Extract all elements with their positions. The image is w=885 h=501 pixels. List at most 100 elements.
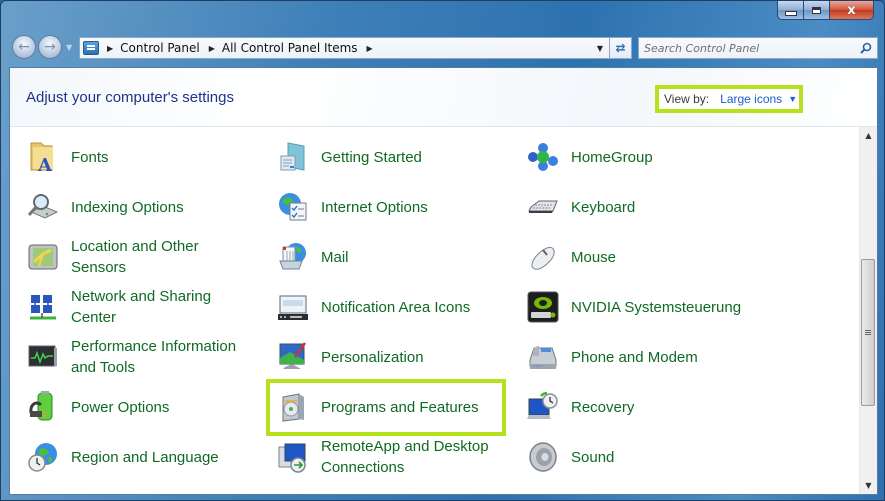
refresh-icon: ⇄ [615, 41, 626, 55]
item-label: Network and Sharing Center [71, 288, 212, 326]
item-keyboard[interactable]: Keyboard [526, 185, 766, 229]
item-label: Mail [321, 248, 349, 266]
item-label: Notification Area Icons [321, 298, 471, 316]
scroll-down-button[interactable]: ▼ [860, 477, 877, 494]
item-label: Phone and Modem [571, 348, 698, 366]
item-label: Internet Options [321, 198, 428, 216]
item-label: Getting Started [321, 148, 422, 166]
vertical-scrollbar[interactable]: ▲ ▼ [859, 127, 877, 494]
item-notification-area-icons[interactable]: Notification Area Icons [276, 285, 516, 329]
address-bar[interactable]: ▶ Control Panel ▶ All Control Panel Item… [79, 37, 610, 59]
item-label: HomeGroup [571, 148, 653, 166]
item-label: Performance Information and Tools [71, 338, 237, 376]
content-header: Adjust your computer's settings View by:… [10, 68, 877, 127]
scroll-thumb[interactable] [861, 259, 875, 406]
content-pane: Adjust your computer's settings View by:… [9, 67, 878, 495]
back-button[interactable]: ← [12, 35, 36, 59]
network-icon [26, 290, 60, 324]
minimize-icon [784, 10, 797, 16]
chevron-right-icon[interactable]: ▶ [107, 44, 113, 53]
item-label: RemoteApp and Desktop Connections [321, 438, 489, 476]
search-box [638, 37, 878, 59]
view-by-label: View by: [664, 92, 710, 106]
maximize-icon [812, 6, 821, 14]
item-fonts[interactable]: A Fonts [26, 135, 266, 179]
item-nvidia[interactable]: NVIDIA Systemsteuerung [526, 285, 766, 329]
item-label: Sound [571, 448, 615, 466]
battery-plug-icon [26, 390, 60, 424]
item-region-language[interactable]: Region and Language [26, 435, 266, 479]
homegroup-icon [526, 140, 560, 174]
view-by-control: View by: Large icons ▼ [655, 85, 803, 113]
item-homegroup[interactable]: HomeGroup [526, 135, 766, 179]
personalization-icon [276, 340, 310, 374]
item-label: Keyboard [571, 198, 636, 216]
breadcrumb-control-panel[interactable]: Control Panel [120, 41, 200, 55]
item-label: Indexing Options [71, 198, 184, 216]
item-mail[interactable]: Mail [276, 235, 516, 279]
item-personalization[interactable]: Personalization [276, 335, 516, 379]
refresh-button[interactable]: ⇄ [610, 37, 632, 59]
control-panel-icon [83, 41, 99, 55]
item-label: NVIDIA Systemsteuerung [571, 298, 742, 316]
item-remoteapp-connections[interactable]: RemoteApp and Desktop Connections [276, 435, 516, 479]
caption-buttons: x [777, 1, 874, 21]
svg-text:A: A [37, 155, 53, 173]
item-mouse[interactable]: Mouse [526, 235, 766, 279]
item-indexing-options[interactable]: Indexing Options [26, 185, 266, 229]
item-internet-options[interactable]: Internet Options [276, 185, 516, 229]
chevron-right-icon[interactable]: ▶ [367, 44, 373, 53]
search-input[interactable] [639, 40, 859, 56]
item-sound[interactable]: Sound [526, 435, 766, 479]
recent-pages-dropdown[interactable]: ▼ [66, 43, 72, 52]
forward-arrow-icon: → [44, 39, 56, 55]
item-label: Region and Language [71, 448, 219, 466]
item-performance-info[interactable]: Performance Information and Tools [26, 335, 266, 379]
performance-monitor-icon [26, 340, 60, 374]
item-programs-features[interactable]: Programs and Features [276, 385, 516, 429]
item-label: Recovery [571, 398, 635, 416]
programs-features-icon [276, 390, 310, 424]
back-arrow-icon: ← [18, 39, 30, 55]
item-recovery[interactable]: Recovery [526, 385, 766, 429]
search-icon[interactable] [859, 41, 873, 55]
item-network-sharing[interactable]: Network and Sharing Center [26, 285, 266, 329]
location-sensor-icon [26, 240, 60, 274]
indexing-magnifier-icon [26, 190, 60, 224]
grip-icon [865, 330, 871, 331]
item-getting-started[interactable]: Getting Started [276, 135, 516, 179]
item-label: Mouse [571, 248, 617, 266]
phone-modem-icon [526, 340, 560, 374]
chevron-right-icon[interactable]: ▶ [209, 44, 215, 53]
breadcrumb-all-items[interactable]: All Control Panel Items [222, 41, 358, 55]
address-dropdown-icon[interactable]: ▼ [597, 44, 603, 53]
window-frame: x ← → ▼ ▶ Control Panel ▶ All Control Pa… [0, 0, 885, 501]
nvidia-icon [526, 290, 560, 324]
item-label: Location and Other Sensors [71, 238, 199, 276]
scroll-up-button[interactable]: ▲ [860, 127, 877, 144]
notification-area-icon [276, 290, 310, 324]
keyboard-icon [526, 190, 560, 224]
mouse-icon [526, 240, 560, 274]
item-label: Power Options [71, 398, 170, 416]
maximize-button[interactable] [804, 1, 830, 20]
item-location-sensors[interactable]: Location and Other Sensors [26, 235, 266, 279]
internet-options-icon [276, 190, 310, 224]
minimize-button[interactable] [777, 1, 804, 20]
forward-button[interactable]: → [38, 35, 62, 59]
close-button[interactable]: x [830, 1, 874, 20]
page-title: Adjust your computer's settings [26, 89, 234, 106]
close-icon: x [847, 2, 856, 18]
chevron-down-icon[interactable]: ▼ [788, 94, 797, 104]
navigation-bar: ← → ▼ ▶ Control Panel ▶ All Control Pane… [9, 34, 878, 62]
view-by-dropdown[interactable]: Large icons [720, 92, 782, 106]
item-power-options[interactable]: Power Options [26, 385, 266, 429]
item-label: Fonts [71, 148, 109, 166]
item-label: Personalization [321, 348, 424, 366]
item-phone-modem[interactable]: Phone and Modem [526, 335, 766, 379]
getting-started-icon [276, 140, 310, 174]
item-label: Programs and Features [321, 398, 479, 416]
globe-clock-icon [26, 440, 60, 474]
speaker-icon [526, 440, 560, 474]
remoteapp-icon [276, 440, 310, 474]
